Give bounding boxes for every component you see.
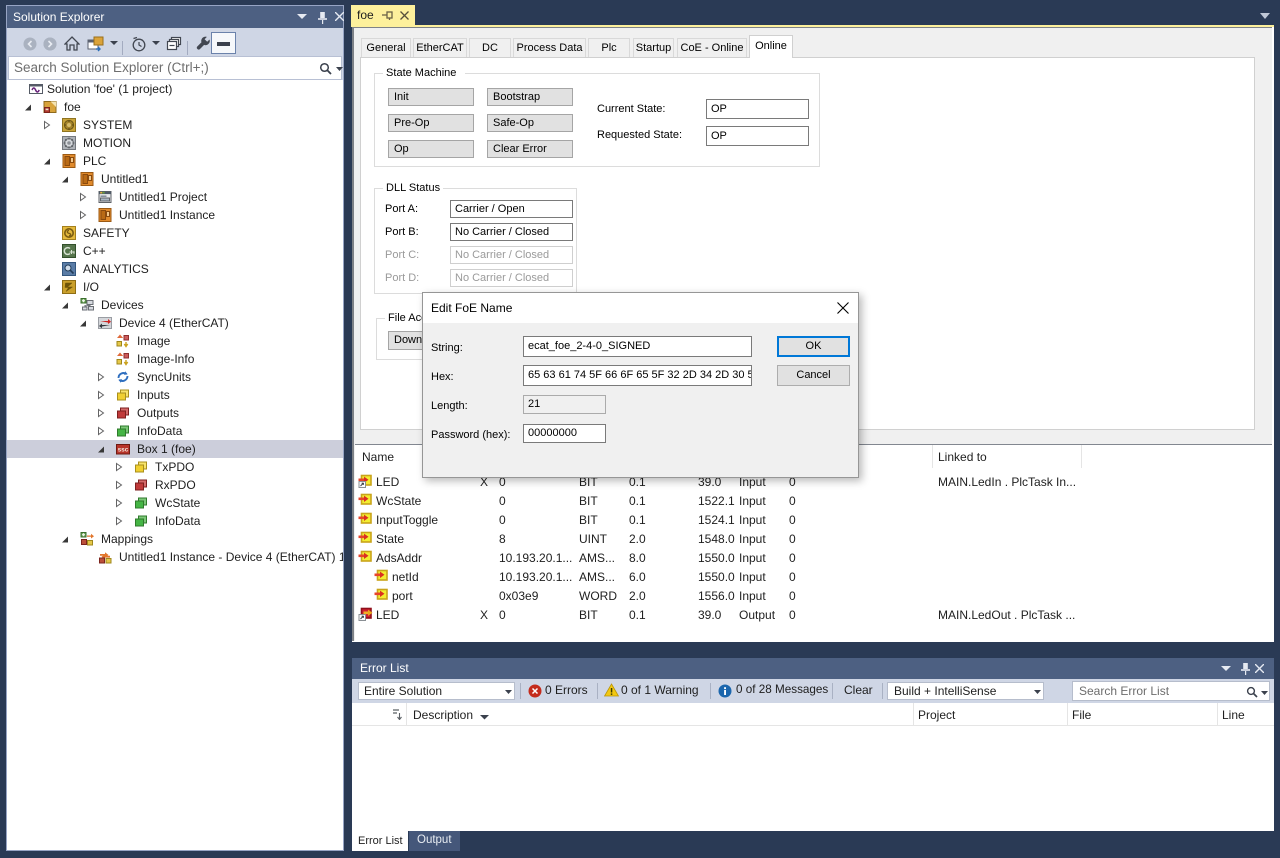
svg-text:ssc: ssc [118,447,129,454]
